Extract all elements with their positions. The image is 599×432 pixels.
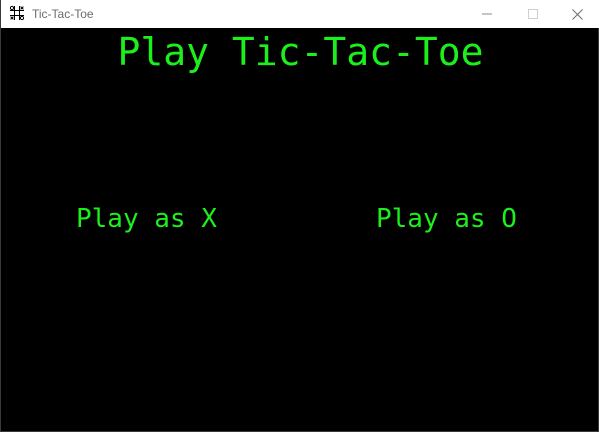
app-window: Tic-Tac-Toe Play Tic-Tac-Toe Play as X P… <box>0 0 599 432</box>
play-as-x-button[interactable]: Play as X <box>76 202 217 236</box>
title-bar[interactable]: Tic-Tac-Toe <box>1 0 599 28</box>
page-title: Play Tic-Tac-Toe <box>117 30 484 74</box>
minimize-button[interactable] <box>464 0 510 28</box>
close-icon <box>571 8 583 20</box>
play-as-o-button[interactable]: Play as O <box>376 202 517 236</box>
maximize-icon <box>528 9 538 19</box>
close-button[interactable] <box>554 0 599 28</box>
maximize-button[interactable] <box>510 0 556 28</box>
minimize-icon <box>482 13 492 15</box>
window-title: Tic-Tac-Toe <box>32 7 94 21</box>
tic-tac-toe-icon <box>9 5 25 21</box>
